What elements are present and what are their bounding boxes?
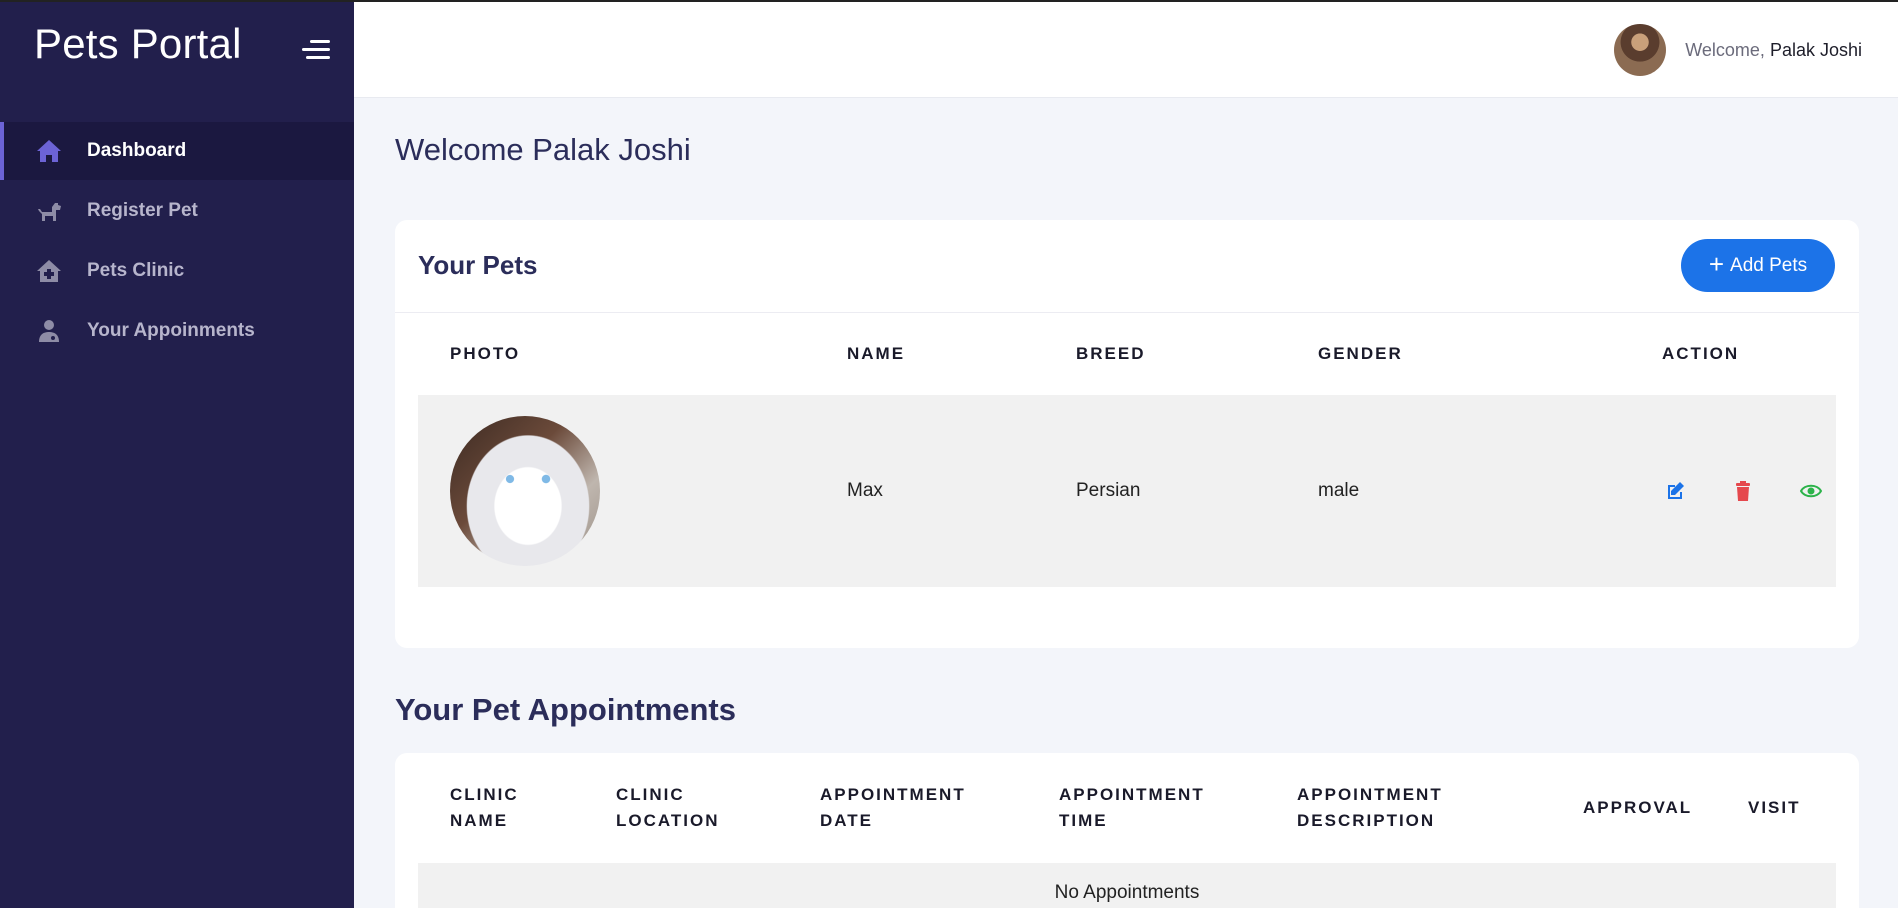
pet-gender: male	[1286, 395, 1566, 587]
column-header-clinic-name: CLINIC NAME	[450, 785, 519, 830]
column-header-clinic-location: CLINIC LOCATION	[616, 785, 720, 830]
table-header-row: CLINIC NAME CLINIC LOCATION APPOINTMENT …	[418, 753, 1836, 863]
user-name: Palak Joshi	[1769, 40, 1862, 60]
column-header-visit: VISIT	[1748, 798, 1801, 817]
delete-icon[interactable]	[1732, 480, 1754, 502]
add-pets-button[interactable]: + Add Pets	[1681, 239, 1835, 292]
pet-photo-cell	[418, 395, 815, 587]
column-header-gender: GENDER	[1318, 344, 1403, 363]
sidebar-item-register-pet[interactable]: Register Pet	[0, 182, 354, 240]
pets-card-title: Your Pets	[418, 250, 538, 280]
table-row: No Appointments	[418, 863, 1836, 908]
column-header-name: NAME	[847, 344, 906, 363]
column-header-approval: APPROVAL	[1583, 798, 1693, 817]
column-header-appointment-description: APPOINTMENT DESCRIPTION	[1297, 785, 1443, 830]
menu-toggle-icon[interactable]	[300, 38, 330, 62]
home-icon	[37, 140, 61, 162]
pet-photo	[450, 416, 600, 566]
edit-icon[interactable]	[1664, 480, 1686, 502]
top-bar: Welcome, Palak Joshi	[354, 2, 1898, 98]
pets-table: PHOTO NAME BREED GENDER ACTION Max Persi…	[418, 313, 1836, 587]
sidebar-item-dashboard[interactable]: Dashboard	[0, 122, 354, 180]
sidebar-nav: Dashboard Register Pet Pets Clinic Your …	[0, 122, 354, 362]
view-icon[interactable]	[1800, 480, 1822, 502]
table-row: Max Persian male	[418, 395, 1836, 587]
column-header-appointment-date: APPOINTMENT DATE	[820, 785, 966, 830]
clinic-icon	[37, 260, 61, 282]
pets-card-header: Your Pets + Add Pets	[395, 220, 1859, 313]
sidebar-item-label: Your Appoinments	[87, 320, 255, 341]
appointments-card: CLINIC NAME CLINIC LOCATION APPOINTMENT …	[395, 753, 1859, 908]
avatar[interactable]	[1614, 24, 1666, 76]
page-title: Welcome Palak Joshi	[395, 132, 691, 167]
welcome-user: Welcome, Palak Joshi	[1685, 40, 1862, 61]
table-header-row: PHOTO NAME BREED GENDER ACTION	[418, 313, 1836, 395]
dog-icon	[38, 203, 61, 221]
pet-name: Max	[815, 395, 1044, 587]
plus-icon: +	[1708, 249, 1725, 279]
column-header-action: ACTION	[1662, 344, 1740, 363]
pet-breed: Persian	[1044, 395, 1286, 587]
welcome-prefix: Welcome,	[1685, 40, 1765, 60]
sidebar-item-label: Dashboard	[87, 140, 187, 161]
add-pets-label: Add Pets	[1730, 254, 1808, 276]
column-header-photo: PHOTO	[450, 344, 521, 363]
pets-card: Your Pets + Add Pets PHOTO NAME BREED GE…	[395, 220, 1859, 648]
column-header-appointment-time: APPOINTMENT TIME	[1059, 785, 1205, 830]
app-title: Pets Portal	[34, 20, 242, 67]
appointments-table: CLINIC NAME CLINIC LOCATION APPOINTMENT …	[418, 753, 1836, 908]
empty-state-text: No Appointments	[418, 863, 1836, 908]
sidebar-item-label: Pets Clinic	[87, 260, 185, 281]
doctor-icon	[39, 320, 59, 342]
sidebar-item-appointments[interactable]: Your Appoinments	[0, 302, 354, 360]
appointments-section-title: Your Pet Appointments	[395, 692, 736, 727]
sidebar-item-label: Register Pet	[87, 200, 198, 221]
sidebar-item-pets-clinic[interactable]: Pets Clinic	[0, 242, 354, 300]
pet-actions	[1566, 395, 1836, 587]
column-header-breed: BREED	[1076, 344, 1146, 363]
sidebar: Pets Portal Dashboard Register Pet Pets …	[0, 2, 354, 908]
